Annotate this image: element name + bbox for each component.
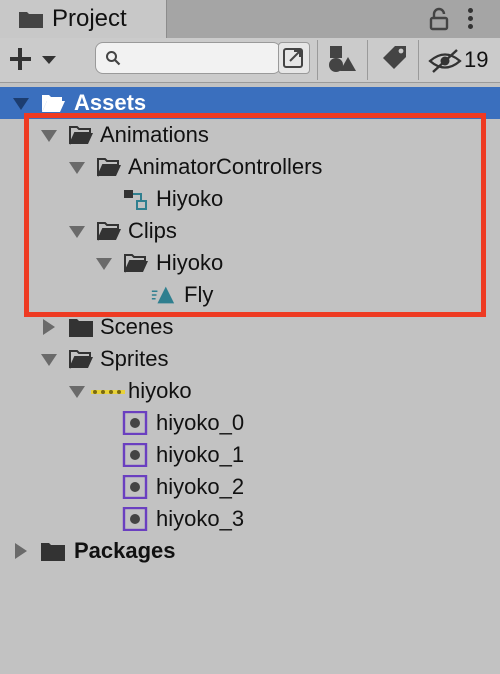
tree-item-controller-hiyoko[interactable]: Hiyoko xyxy=(0,183,500,215)
folder-icon xyxy=(41,543,65,561)
tree-label-controller-hiyoko: Hiyoko xyxy=(156,186,224,211)
filter-by-type-icon[interactable] xyxy=(322,44,358,74)
tree-item-scenes[interactable]: Scenes xyxy=(0,311,500,343)
folder-icon xyxy=(19,12,43,28)
open-folder-icon xyxy=(42,95,65,112)
tree-label-scenes: Scenes xyxy=(100,314,174,339)
tree-label-hiyoko-0: hiyoko_0 xyxy=(156,410,245,435)
open-folder-icon xyxy=(124,254,148,273)
hidden-count: 19 xyxy=(464,47,489,72)
tree-label-clips-hiyoko: Hiyoko xyxy=(156,250,224,275)
collapse-arrow-icon[interactable] xyxy=(15,543,27,559)
search-field[interactable] xyxy=(95,42,281,74)
tree-label-hiyoko-2: hiyoko_2 xyxy=(156,474,245,499)
eye-hidden-icon xyxy=(428,49,462,73)
expand-arrow-icon[interactable] xyxy=(13,98,29,110)
sprite-icon xyxy=(122,475,148,499)
tree-item-hiyoko-2[interactable]: hiyoko_2 xyxy=(0,471,500,503)
tree-label-sprites: Sprites xyxy=(100,346,169,371)
expand-arrow-icon[interactable] xyxy=(96,258,112,270)
tree-item-sprites[interactable]: Sprites xyxy=(0,343,500,375)
more-options-icon[interactable] xyxy=(467,8,475,32)
search-input[interactable] xyxy=(126,47,275,69)
tree-item-assets[interactable]: Assets xyxy=(0,87,500,119)
tree-item-clips[interactable]: Clips xyxy=(0,215,500,247)
tree-item-animator-controllers[interactable]: AnimatorControllers xyxy=(0,151,500,183)
hidden-packages-toggle[interactable]: 19 xyxy=(428,44,494,76)
toolbar-separator xyxy=(367,40,368,80)
toolbar-separator xyxy=(418,40,419,80)
toolbar-separator xyxy=(317,40,318,80)
create-plus-icon[interactable] xyxy=(10,46,70,74)
open-folder-icon xyxy=(97,222,121,241)
animation-clip-icon xyxy=(151,286,175,304)
open-folder-icon xyxy=(69,350,93,369)
tree-label-clips: Clips xyxy=(128,218,177,243)
filter-by-label-icon[interactable] xyxy=(376,44,410,74)
open-folder-icon xyxy=(69,126,93,145)
search-icon xyxy=(106,51,121,66)
tree-item-hiyoko-3[interactable]: hiyoko_3 xyxy=(0,503,500,535)
project-toolbar: 19 xyxy=(0,38,500,83)
tree-label-hiyoko-3: hiyoko_3 xyxy=(156,506,245,531)
animator-controller-icon xyxy=(124,190,147,210)
open-folder-icon xyxy=(97,158,121,177)
popout-icon xyxy=(283,48,303,68)
tree-label-animator-controllers: AnimatorControllers xyxy=(128,154,323,179)
expand-arrow-icon[interactable] xyxy=(41,354,57,366)
tree-label-sprite-hiyoko: hiyoko xyxy=(128,378,192,403)
lock-icon[interactable] xyxy=(428,7,450,31)
sprite-icon xyxy=(122,507,148,531)
tree-label-animations: Animations xyxy=(100,122,209,147)
tree-label-fly: Fly xyxy=(184,282,214,307)
tree-item-fly[interactable]: Fly xyxy=(0,279,500,311)
expand-arrow-icon[interactable] xyxy=(69,386,85,398)
tree-label-packages: Packages xyxy=(74,538,176,563)
expand-arrow-icon[interactable] xyxy=(69,162,85,174)
tree-item-hiyoko-1[interactable]: hiyoko_1 xyxy=(0,439,500,471)
folder-icon xyxy=(69,319,93,337)
tree-item-hiyoko-0[interactable]: hiyoko_0 xyxy=(0,407,500,439)
sprite-icon xyxy=(122,443,148,467)
tree-item-packages[interactable]: Packages xyxy=(0,535,500,567)
tab-project[interactable]: Project xyxy=(0,0,167,38)
tab-title: Project xyxy=(52,5,127,32)
tree-label-assets: Assets xyxy=(74,90,147,115)
tree-item-animations[interactable]: Animations xyxy=(0,119,500,151)
sprite-icon xyxy=(122,411,148,435)
expand-arrow-icon[interactable] xyxy=(41,130,57,142)
collapse-arrow-icon[interactable] xyxy=(43,319,55,335)
tab-strip: Project xyxy=(0,0,500,38)
tree-label-hiyoko-1: hiyoko_1 xyxy=(156,442,245,467)
sprite-sheet-icon xyxy=(91,390,125,394)
expand-arrow-icon[interactable] xyxy=(69,226,85,238)
search-window-button[interactable] xyxy=(278,42,310,74)
tree-item-sprite-hiyoko[interactable]: hiyoko xyxy=(0,375,500,407)
tree-item-clips-hiyoko[interactable]: Hiyoko xyxy=(0,247,500,279)
